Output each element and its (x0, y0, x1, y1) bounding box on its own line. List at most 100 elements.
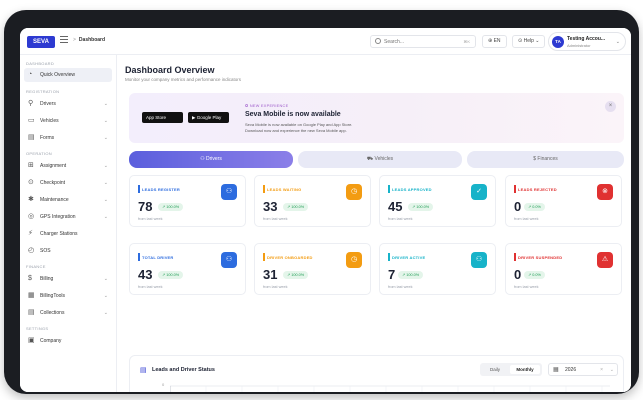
sidebar-item-billingtools[interactable]: ▦ BillingTools ⌄ (24, 289, 112, 303)
help-button[interactable]: ⊙ Help ⌄ (512, 35, 546, 48)
banner-text-line: Download now and experience the new Seva… (245, 128, 347, 133)
chevron-down-icon: ⌄ (103, 118, 108, 124)
accent-bar (138, 185, 140, 193)
sidebar-item-gps-integration[interactable]: ◎ GPS Integration ⌄ (24, 210, 112, 224)
mobile-app-banner: App Store ▶ Google Play ✪ NEW EXPERIENCE… (129, 93, 624, 143)
change-badge: ↗ 100.0% (283, 271, 309, 279)
building-icon: ▣ (28, 337, 35, 344)
sidebar-item-quick-overview[interactable]: ◔ Quick Overview (24, 68, 112, 82)
sidebar-item-label: Forms (40, 135, 55, 141)
accent-bar (138, 253, 140, 261)
sidebar-item-charger-stations[interactable]: ⚡ Charger Stations (24, 227, 112, 241)
sidebar-item-label: Collections (40, 310, 65, 316)
user-name: Testing Accou... (567, 36, 606, 42)
chart-icon: ▤ (140, 367, 147, 374)
accent-bar (388, 253, 390, 261)
users-icon: ⚲ (28, 100, 34, 107)
monthly-option[interactable]: Monthly (510, 365, 540, 374)
app-store-button[interactable]: App Store (142, 112, 183, 123)
search-icon (375, 38, 381, 44)
stat-card-total-driver[interactable]: TOTAL DRIVER 43 ↗ 100.0% from last week … (129, 243, 246, 295)
card-title: TOTAL DRIVER (142, 255, 174, 260)
checkpoint-icon: ⊙ (28, 179, 34, 186)
sidebar-item-checkpoint[interactable]: ⊙ Checkpoint ⌄ (24, 176, 112, 190)
year-select[interactable]: ▦ 2026 × ⌄ (548, 363, 618, 376)
sidebar-item-maintenance[interactable]: ✱ Maintenance ⌄ (24, 193, 112, 207)
reject-icon: ⊗ (597, 184, 613, 200)
user-active-icon: ⚇ (471, 252, 487, 268)
clock-icon: ◷ (346, 252, 362, 268)
sidebar-item-drivers[interactable]: ⚲ Drivers ⌄ (24, 97, 112, 111)
chevron-down-icon: ⌄ (103, 163, 108, 169)
search-input[interactable] (384, 38, 444, 46)
section-operation: OPERATION (26, 151, 52, 156)
chevron-down-icon: ⌄ (103, 293, 108, 299)
sidebar-item-billing[interactable]: $ Billing ⌄ (24, 272, 112, 286)
stat-card-leads-register[interactable]: LEADS REGISTER 78 ↗ 100.0% from last wee… (129, 175, 246, 227)
change-badge: ↗ 0.0% (524, 271, 545, 279)
calendar-icon: ▦ (553, 367, 559, 373)
year-value: 2026 (565, 367, 577, 373)
sidebar-item-company[interactable]: ▣ Company (24, 334, 112, 348)
assignment-icon: ⊞ (28, 162, 34, 169)
stat-card-leads-rejected[interactable]: LEADS REJECTED 0 ↗ 0.0% from last week ⊗ (505, 175, 622, 227)
banner-eyebrow: ✪ NEW EXPERIENCE (245, 104, 289, 108)
sidebar-item-sos[interactable]: ◴ SOS (24, 244, 112, 258)
user-menu[interactable]: TA Testing Accou... Administrator ⌄ (548, 32, 626, 51)
sidebar-item-label: SOS (40, 248, 51, 254)
close-icon[interactable]: × (605, 101, 616, 112)
pie-chart-icon: ◔ (28, 71, 33, 78)
search-box[interactable]: ⌘K (370, 35, 476, 48)
tab-finances[interactable]: $ Finances (467, 151, 624, 168)
card-footnote: from last week (263, 285, 288, 289)
menu-toggle-icon[interactable] (60, 36, 68, 44)
card-value: 33 (263, 199, 278, 214)
sidebar-item-vehicles[interactable]: ▭ Vehicles ⌄ (24, 114, 112, 128)
google-play-button[interactable]: ▶ Google Play (188, 112, 229, 123)
sidebar-item-assignment[interactable]: ⊞ Assignment ⌄ (24, 159, 112, 173)
accent-bar (514, 253, 516, 261)
card-title: DRIVER ONBOARDED (267, 255, 313, 260)
tab-vehicles[interactable]: ⛟ Vehicles (298, 151, 462, 168)
chevron-down-icon: ⌄ (615, 39, 620, 45)
card-title: DRIVER ACTIVE (392, 255, 426, 260)
stat-card-driver-onboarded[interactable]: DRIVER ONBOARDED 31 ↗ 100.0% from last w… (254, 243, 371, 295)
users-icon: ⚇ (221, 252, 237, 268)
app-logo[interactable]: SEVA (27, 36, 55, 48)
page-title: Dashboard Overview (125, 65, 215, 75)
clear-icon[interactable]: × (600, 367, 603, 373)
language-button[interactable]: ⊕ EN (482, 35, 507, 48)
section-finance: FINANCE (26, 264, 46, 269)
user-role: Administrator (567, 43, 591, 48)
chevron-down-icon: ⌄ (103, 214, 108, 220)
banner-title: Seva Mobile is now available (245, 111, 341, 118)
stat-card-leads-waiting[interactable]: LEADS WAITING 33 ↗ 100.0% from last week… (254, 175, 371, 227)
leads-driver-status-panel: ▤ Leads and Driver Status Daily Monthly … (129, 355, 624, 392)
sidebar-item-label: Assignment (40, 163, 67, 169)
sidebar-item-forms[interactable]: ▤ Forms ⌄ (24, 131, 112, 145)
card-footnote: from last week (388, 285, 413, 289)
sidebar-item-collections[interactable]: ▤ Collections ⌄ (24, 306, 112, 320)
top-bar: SEVA >Dashboard ⌘K ⊕ EN ⊙ Help ⌄ TA Test… (20, 28, 631, 55)
card-value: 0 (514, 199, 522, 214)
chevron-down-icon: ⌄ (103, 180, 108, 186)
main-content: Dashboard Overview Monitor your company … (117, 55, 631, 392)
stat-card-leads-approved[interactable]: LEADS APPROVED 45 ↗ 100.0% from last wee… (379, 175, 496, 227)
card-value: 0 (514, 267, 522, 282)
card-value: 31 (263, 267, 278, 282)
period-toggle: Daily Monthly (480, 363, 542, 376)
sidebar-item-label: Drivers (40, 101, 56, 107)
chevron-down-icon: ⌄ (103, 310, 108, 316)
card-title: LEADS REJECTED (518, 187, 557, 192)
stat-card-driver-active[interactable]: DRIVER ACTIVE 7 ↗ 100.0% from last week … (379, 243, 496, 295)
accent-bar (388, 185, 390, 193)
breadcrumb: > Dashboard (73, 37, 105, 43)
change-badge: ↗ 100.0% (158, 203, 184, 211)
section-registration: REGISTRATION (26, 89, 60, 94)
card-title: DRIVER SUSPENDED (518, 255, 563, 260)
accent-bar (263, 253, 265, 261)
daily-option[interactable]: Daily (482, 365, 508, 374)
change-badge: ↗ 0.0% (524, 203, 545, 211)
tab-drivers[interactable]: ⚇ Drivers (129, 151, 293, 168)
stat-card-driver-suspended[interactable]: DRIVER SUSPENDED 0 ↗ 0.0% from last week… (505, 243, 622, 295)
